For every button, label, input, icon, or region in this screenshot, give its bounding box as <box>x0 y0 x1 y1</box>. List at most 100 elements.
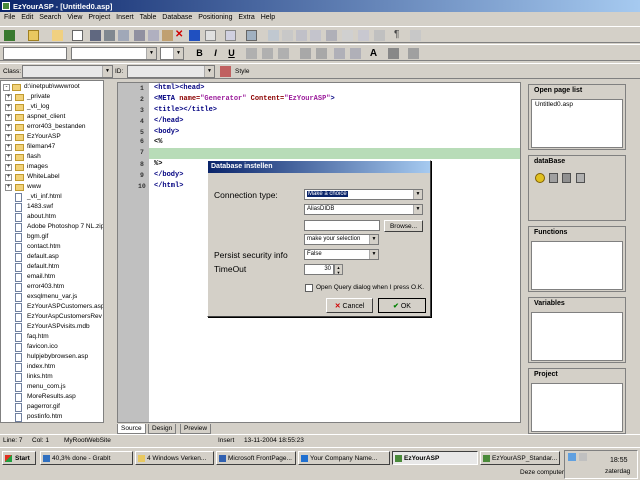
tree-file-label: menu_com.js <box>27 383 66 390</box>
delete-icon[interactable]: ✕ <box>175 30 186 41</box>
numbered-list-icon[interactable] <box>300 48 311 59</box>
menu-extra[interactable]: Extra <box>238 14 254 21</box>
task-ezyourasp-standard[interactable]: EzYourASP_Standar... <box>480 451 560 465</box>
align-right-icon[interactable] <box>278 48 289 59</box>
task-grabit[interactable]: 40,3% done - GrabIt <box>40 451 133 465</box>
delete-col-icon[interactable] <box>310 30 321 41</box>
split-cells-icon[interactable] <box>342 30 353 41</box>
auth-select[interactable]: make your selection ▼ <box>304 234 379 245</box>
start-button[interactable]: Start <box>2 451 36 465</box>
ok-button[interactable]: ✔ OK <box>378 298 426 313</box>
form-icon[interactable] <box>374 30 385 41</box>
preview-icon[interactable] <box>118 30 129 41</box>
expand-icon[interactable]: + <box>5 104 12 111</box>
path-input[interactable] <box>304 220 380 231</box>
timeout-spinner[interactable]: ▲ ▼ <box>334 264 343 275</box>
expand-icon[interactable]: + <box>5 184 12 191</box>
cancel-button[interactable]: ✕ Cancel <box>326 298 373 313</box>
font-color-icon[interactable]: A <box>368 48 379 59</box>
persist-security-select[interactable]: False ▼ <box>304 249 379 260</box>
task-frontpage[interactable]: Microsoft FrontPage... <box>216 451 296 465</box>
align-left-icon[interactable] <box>246 48 257 59</box>
code-line: <META name="Generator" Content="EzYourAS… <box>154 95 335 103</box>
clock[interactable]: 18:55 <box>610 457 628 464</box>
id-select[interactable]: ▼ <box>127 65 215 78</box>
hr-icon[interactable] <box>410 30 421 41</box>
menu-search[interactable]: Search <box>39 14 61 21</box>
menu-table[interactable]: Table <box>140 14 157 21</box>
save-icon[interactable] <box>90 30 101 41</box>
bold-icon[interactable]: B <box>194 48 205 59</box>
menu-positioning[interactable]: Positioning <box>198 14 232 21</box>
expand-icon[interactable]: + <box>5 124 12 131</box>
timeout-input[interactable]: 30 <box>304 264 334 275</box>
menu-database[interactable]: Database <box>162 14 192 21</box>
db-query-icon[interactable] <box>576 173 585 183</box>
tab-source[interactable]: Source <box>117 424 146 434</box>
align-center-icon[interactable] <box>262 48 273 59</box>
print-icon[interactable] <box>104 30 115 41</box>
browse-button[interactable]: Browse... <box>384 220 423 232</box>
bullet-list-icon[interactable] <box>316 48 327 59</box>
provider-select[interactable]: AliasDIDB ▼ <box>304 204 423 215</box>
tab-preview[interactable]: Preview <box>180 424 212 434</box>
table-icon[interactable] <box>246 30 257 41</box>
network-icon[interactable] <box>568 453 576 461</box>
cut-icon[interactable] <box>134 30 145 41</box>
list-icon[interactable] <box>225 30 236 41</box>
new-page-icon[interactable] <box>72 30 83 41</box>
expand-icon[interactable]: + <box>5 144 12 151</box>
db-table-icon[interactable] <box>562 173 571 183</box>
database-panel: dataBase <box>528 155 626 221</box>
outdent-icon[interactable] <box>334 48 345 59</box>
indent-icon[interactable] <box>350 48 361 59</box>
expand-icon[interactable]: + <box>5 114 12 121</box>
menu-view[interactable]: View <box>67 14 82 21</box>
style-icon[interactable] <box>220 66 231 77</box>
open-folder-icon[interactable] <box>28 30 39 41</box>
menu-help[interactable]: Help <box>261 14 275 21</box>
new-wizard-icon[interactable] <box>4 30 15 41</box>
open-page-item[interactable]: Untitled0.asp <box>532 100 622 109</box>
collapse-icon[interactable]: - <box>3 84 10 91</box>
paragraph-style-select[interactable] <box>3 47 67 60</box>
menu-insert[interactable]: Insert <box>116 14 134 21</box>
file-icon <box>15 403 22 412</box>
highlight-icon[interactable] <box>388 48 399 59</box>
expand-icon[interactable]: + <box>5 164 12 171</box>
paste-icon[interactable] <box>162 30 173 41</box>
merge-cells-icon[interactable] <box>326 30 337 41</box>
style-button[interactable]: Style <box>235 68 249 75</box>
expand-icon[interactable]: + <box>5 154 12 161</box>
italic-icon[interactable]: I <box>210 48 221 59</box>
volume-icon[interactable] <box>579 453 587 461</box>
spellcheck-icon[interactable] <box>408 48 419 59</box>
paragraph-icon[interactable]: ¶ <box>394 30 405 41</box>
cell-props-icon[interactable] <box>358 30 369 41</box>
class-select[interactable]: ▼ <box>22 65 113 78</box>
open-query-checkbox[interactable] <box>305 284 313 292</box>
task-explorer[interactable]: 4 Windows Verken... <box>135 451 214 465</box>
expand-icon[interactable]: + <box>5 134 12 141</box>
task-browser[interactable]: Your Company Name... <box>298 451 390 465</box>
expand-icon[interactable]: + <box>5 174 12 181</box>
font-size-select[interactable]: ▼ <box>160 47 184 60</box>
menu-edit[interactable]: Edit <box>21 14 33 21</box>
connection-type-select[interactable]: Make a choice ▼ <box>304 189 423 200</box>
menu-file[interactable]: File <box>4 14 15 21</box>
db-icon[interactable] <box>549 173 558 183</box>
copy-icon[interactable] <box>148 30 159 41</box>
menu-project[interactable]: Project <box>88 14 110 21</box>
task-ezyourasp[interactable]: EzYourASP <box>392 451 478 465</box>
connect-db-icon[interactable] <box>535 173 545 183</box>
folder-icon[interactable] <box>52 30 63 41</box>
stop-icon[interactable] <box>189 30 200 41</box>
font-select[interactable]: ▼ <box>71 47 157 60</box>
underline-icon[interactable]: U <box>226 48 237 59</box>
insert-row-icon[interactable] <box>268 30 279 41</box>
properties-icon[interactable] <box>205 30 216 41</box>
tab-design[interactable]: Design <box>148 424 177 434</box>
insert-col-icon[interactable] <box>282 30 293 41</box>
delete-row-icon[interactable] <box>296 30 307 41</box>
expand-icon[interactable]: + <box>5 94 12 101</box>
